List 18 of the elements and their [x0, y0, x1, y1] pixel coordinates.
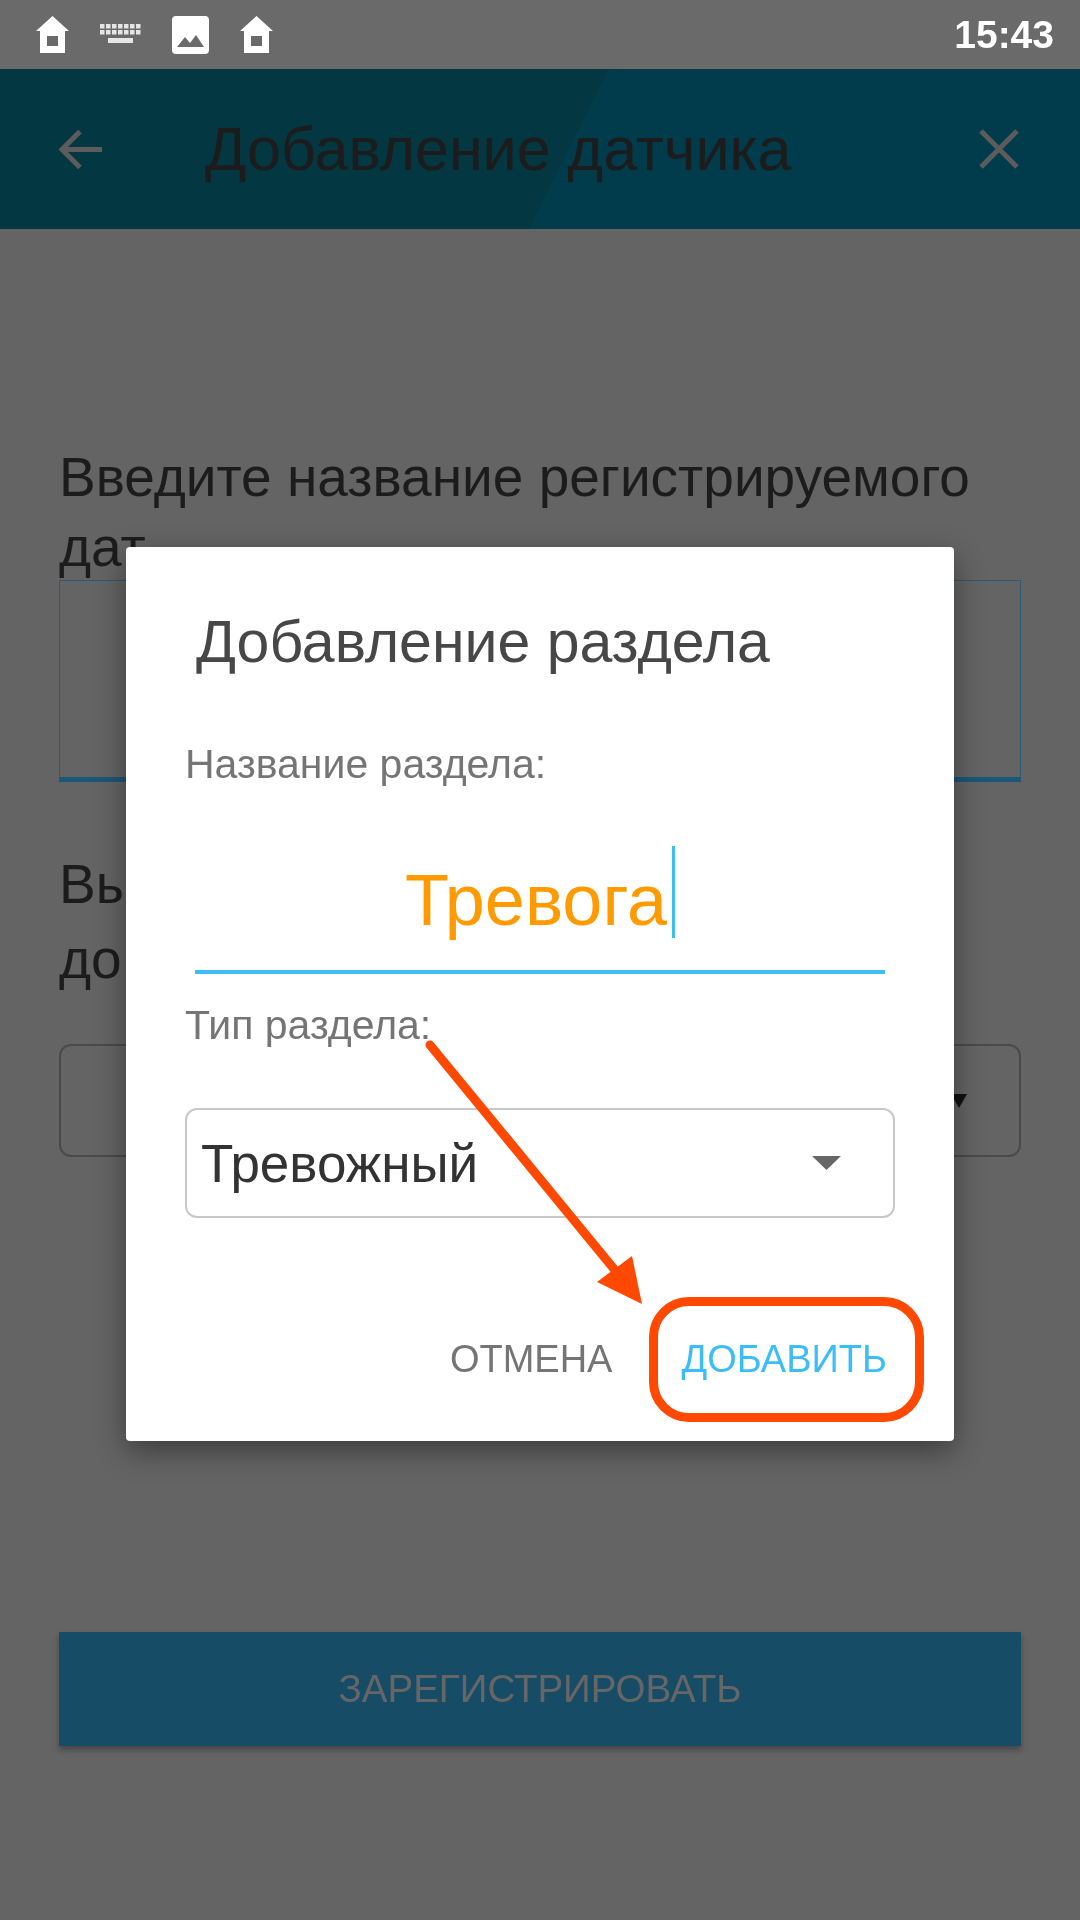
register-button[interactable]: ЗАРЕГИСТРИРОВАТЬ: [59, 1632, 1021, 1746]
dialog-title: Добавление раздела: [196, 609, 770, 675]
prompt-text: до: [59, 927, 122, 992]
image-icon: [172, 15, 209, 54]
clock-time: 15:43: [954, 12, 1054, 57]
text-input-field[interactable]: Тревога: [195, 830, 885, 974]
close-icon[interactable]: [979, 129, 1019, 169]
caret-icon: [951, 1093, 967, 1108]
field-label: Название раздела:: [185, 740, 547, 788]
cancel-button[interactable]: ОТМЕНА: [426, 1306, 641, 1413]
caret-icon: [812, 1156, 841, 1170]
home-icon: [240, 16, 273, 53]
field-label: Тип раздела:: [185, 1001, 432, 1049]
home-icon: [36, 16, 69, 53]
keyboard-icon: [100, 24, 141, 45]
confirm-button[interactable]: ДОБАВИТЬ: [658, 1306, 915, 1413]
dropdown-field[interactable]: Тревожный: [185, 1108, 895, 1218]
prompt-text: Введите название регистрируемого: [59, 445, 970, 510]
